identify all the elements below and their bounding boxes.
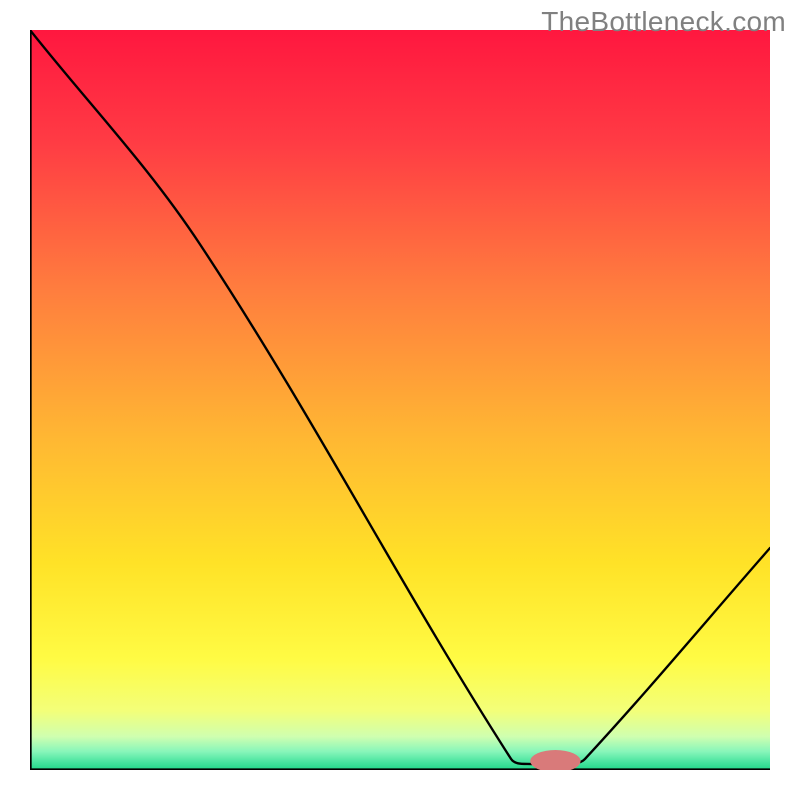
chart-container [0, 0, 800, 800]
chart-plot-area [30, 30, 770, 770]
background-gradient-rect [30, 30, 770, 770]
chart-svg [30, 30, 770, 770]
watermark-text: TheBottleneck.com [541, 6, 786, 38]
